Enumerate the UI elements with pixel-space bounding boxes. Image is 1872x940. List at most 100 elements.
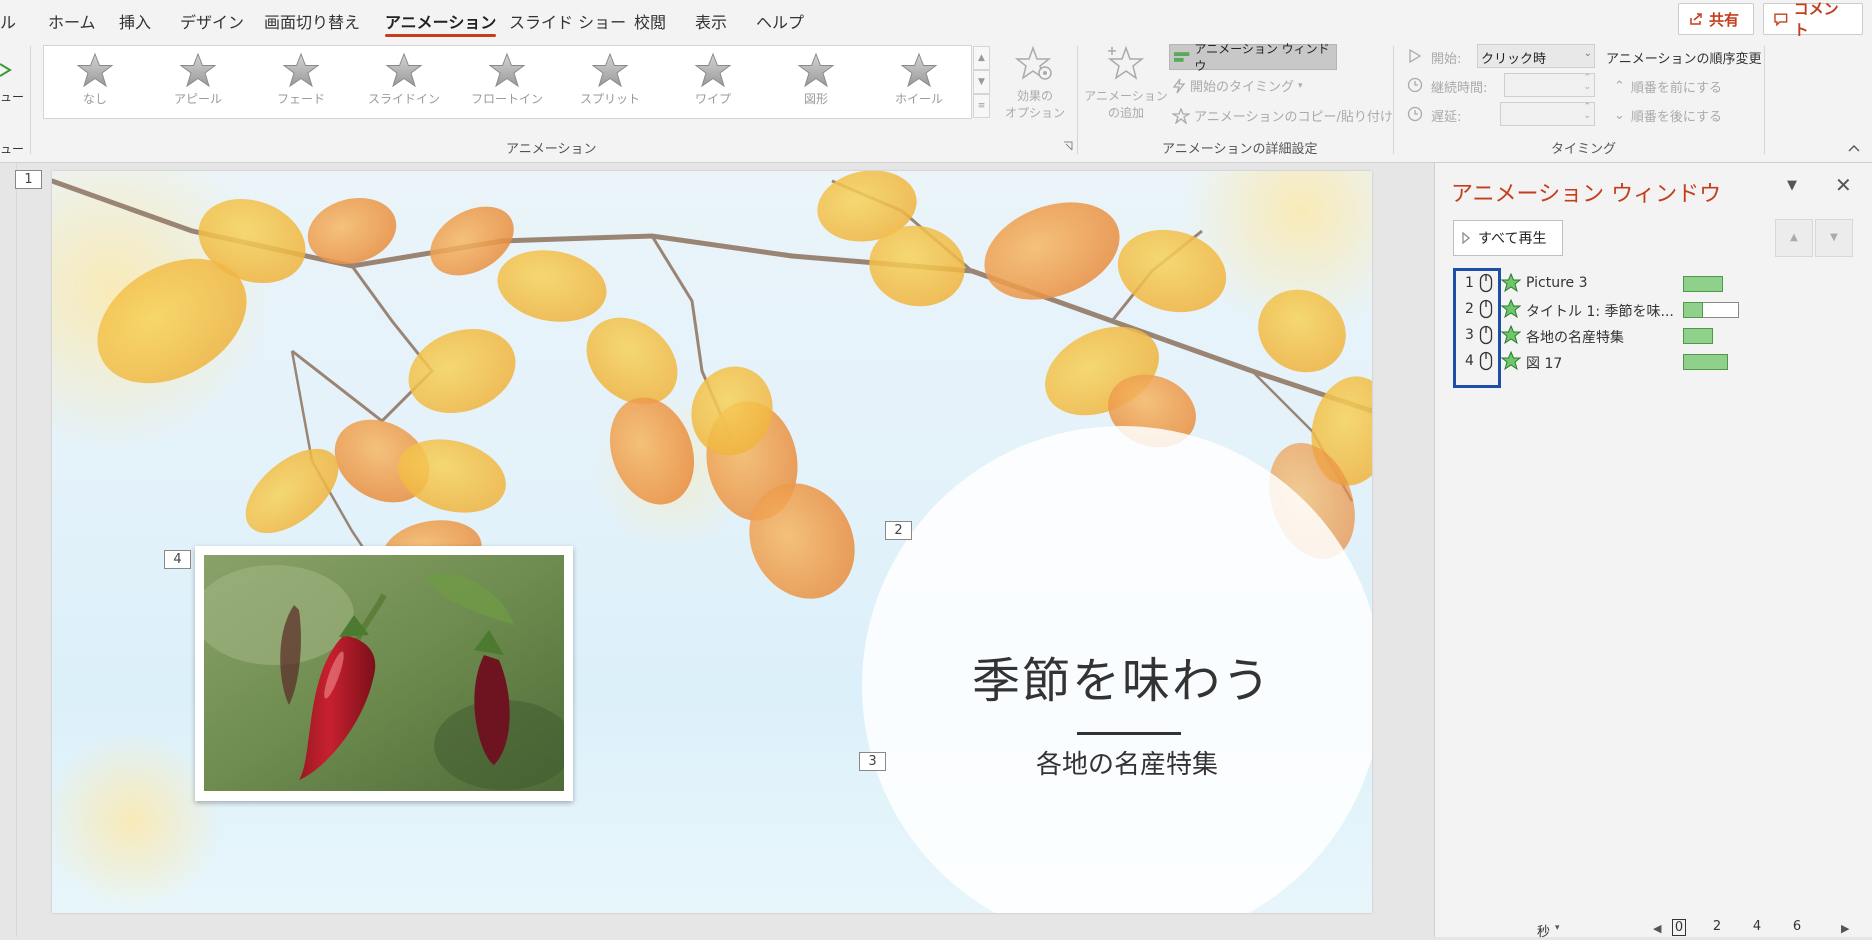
slide-canvas[interactable]: 季節を味わう 各地の名産特集 <box>52 171 1372 913</box>
timeline-unit[interactable]: 秒 <box>1537 921 1550 940</box>
tab-view[interactable]: 表示 <box>695 9 727 33</box>
animation-painter-button[interactable]: アニメーションのコピー/貼り付け <box>1172 106 1393 125</box>
spin-down-icon[interactable]: ⌄ <box>1583 111 1591 121</box>
dialog-launcher-icon[interactable] <box>1063 141 1073 151</box>
move-up-button[interactable]: ▲ <box>1775 219 1813 257</box>
gallery-item-7[interactable]: 図形 <box>765 48 867 118</box>
gallery-item-label: スライドイン <box>367 92 440 106</box>
timing-bar[interactable] <box>1683 354 1728 370</box>
tab-insert[interactable]: 挿入 <box>119 9 151 33</box>
ribbon: ュー ュー なし アピール フェード スライドイン フロートイン スプリット ワイプ 図形 ホイ… <box>0 40 1872 163</box>
timing-bar[interactable] <box>1683 328 1713 344</box>
move-later-label: 順番を後にする <box>1630 110 1723 125</box>
timing-bar[interactable] <box>1683 302 1703 318</box>
pane-options-icon[interactable]: ▼ <box>1787 178 1797 193</box>
comment-label: コメント <box>1793 0 1839 39</box>
move-down-button[interactable]: ▼ <box>1815 219 1853 257</box>
spin-down-icon[interactable]: ⌄ <box>1583 82 1591 92</box>
slide-title[interactable]: 季節を味わう <box>912 641 1332 711</box>
animation-tag-subtitle[interactable]: 3 <box>859 752 886 771</box>
comment-button[interactable]: コメント <box>1763 0 1863 39</box>
timeline-right-icon[interactable]: ▶ <box>1841 922 1849 935</box>
delay-clock-icon <box>1407 106 1423 122</box>
animation-painter-label: アニメーションのコピー/貼り付け <box>1194 110 1393 125</box>
play-all-button[interactable]: すべて再生 <box>1453 220 1563 256</box>
tab-design[interactable]: デザイン <box>180 9 244 33</box>
separator <box>1393 46 1394 154</box>
star-wheel-icon <box>900 52 938 88</box>
delay-spinner[interactable]: ⌃ ⌄ <box>1500 102 1595 126</box>
timeline-tick-label: 0 <box>1672 919 1686 936</box>
animation-item[interactable]: 1 Picture 3 <box>1465 272 1855 296</box>
animation-item-index: 4 <box>1465 353 1474 369</box>
start-select[interactable]: クリック時 ⌄ <box>1477 44 1595 68</box>
thumbnail-strip[interactable] <box>0 163 17 937</box>
gallery-scroll-down[interactable]: ▼ <box>973 70 990 94</box>
share-label: 共有 <box>1709 10 1740 29</box>
gallery-item-1[interactable]: アピール <box>147 48 249 118</box>
gallery-item-6[interactable]: ワイプ <box>662 48 764 118</box>
clock-icon <box>1407 77 1423 93</box>
tab-help[interactable]: ヘルプ <box>756 9 804 33</box>
gallery-item-0[interactable]: なし <box>44 48 146 118</box>
separator <box>1764 46 1765 154</box>
move-earlier-button[interactable]: ⌃ 順番を前にする <box>1614 77 1722 96</box>
preview-icon[interactable] <box>0 62 12 78</box>
animation-pane-label: アニメーション ウィンドウ <box>1194 42 1330 73</box>
chili-photo-frame[interactable] <box>195 546 573 801</box>
gallery-more-button[interactable]: ≡ <box>973 94 990 118</box>
tab-slideshow[interactable]: スライド ショー <box>509 9 626 33</box>
move-later-button[interactable]: ⌄ 順番を後にする <box>1614 106 1722 125</box>
delay-label: 遅延: <box>1431 110 1462 125</box>
timeline-tick-label: 2 <box>1712 919 1722 934</box>
group-label-timing: タイミング <box>1551 142 1617 157</box>
gallery-item-5[interactable]: スプリット <box>559 48 661 118</box>
gallery-scroll-up[interactable]: ▲ <box>973 46 990 70</box>
trigger-button[interactable]: 開始のタイミング ▾ <box>1172 76 1303 95</box>
effect-options-line2: オプション <box>1004 106 1065 120</box>
close-icon[interactable]: ✕ <box>1835 173 1852 197</box>
chili-pepper-photo <box>204 555 564 791</box>
reorder-title: アニメーションの順序変更 <box>1606 52 1762 67</box>
gallery-item-8[interactable]: ホイール <box>868 48 970 118</box>
separator <box>30 46 31 154</box>
gallery-item-label: フロートイン <box>470 92 543 106</box>
entrance-effect-icon <box>1501 299 1521 319</box>
animation-item-index: 1 <box>1465 275 1474 291</box>
effect-options-button[interactable]: 効果の オプション <box>1000 45 1070 121</box>
chevron-down-icon: ▾ <box>1298 80 1303 91</box>
tab-transitions[interactable]: 画面切り替え <box>264 9 360 33</box>
animation-pane-button[interactable]: アニメーション ウィンドウ <box>1169 42 1337 73</box>
preview-label: ュー <box>0 90 25 104</box>
collapse-ribbon-icon[interactable] <box>1848 144 1860 152</box>
add-animation-icon <box>1107 45 1145 80</box>
share-button[interactable]: 共有 <box>1678 3 1754 35</box>
tab-home[interactable]: ホーム <box>48 9 96 33</box>
gallery-item-3[interactable]: スライドイン <box>353 48 455 118</box>
duration-spinner[interactable]: ⌃ ⌄ <box>1504 73 1595 97</box>
tab-animations[interactable]: アニメーション <box>385 9 497 37</box>
entrance-effect-icon <box>1501 273 1521 293</box>
animation-tag-title[interactable]: 2 <box>885 521 912 540</box>
animation-item[interactable]: 3 各地の名産特集 <box>1465 324 1855 348</box>
animation-item[interactable]: 2 タイトル 1: 季節を味... <box>1465 298 1855 322</box>
star-wipe-icon <box>694 52 732 88</box>
slide-subtitle[interactable]: 各地の名産特集 <box>952 744 1302 781</box>
start-icon <box>1409 48 1422 64</box>
effect-options-line1: 効果の <box>1016 89 1053 103</box>
pane-title: アニメーション ウィンドウ <box>1451 182 1722 207</box>
timing-bar[interactable] <box>1683 276 1723 292</box>
gallery-item-4[interactable]: フロートイン <box>456 48 558 118</box>
timeline-left-icon[interactable]: ◀ <box>1653 922 1661 935</box>
animation-item[interactable]: 4 図 17 <box>1465 350 1855 374</box>
start-select-value: クリック時 <box>1481 52 1547 67</box>
gallery-item-2[interactable]: フェード <box>250 48 352 118</box>
tab-file[interactable]: ル <box>0 9 16 33</box>
animation-item-name: タイトル 1: 季節を味... <box>1526 304 1674 320</box>
add-animation-button[interactable]: アニメーション の追加 <box>1083 45 1169 121</box>
animation-pane-icon <box>1173 52 1190 62</box>
animation-tag-picture[interactable]: 4 <box>164 550 191 569</box>
tab-review[interactable]: 校閲 <box>634 9 666 33</box>
star-flyin-icon <box>385 52 423 88</box>
timeline-ruler: 0 2 4 6 <box>1670 919 1830 937</box>
